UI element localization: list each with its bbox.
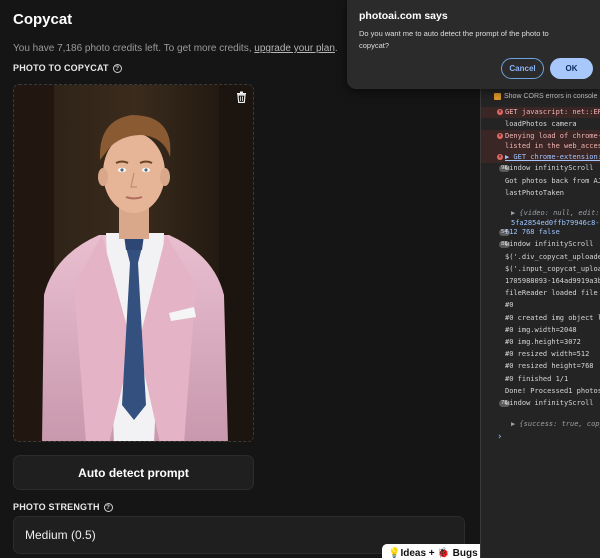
credits-text: You have 7,186 photo credits left. To ge… [13, 43, 338, 54]
error-icon: × [497, 133, 503, 139]
dialog-message: Do you want me to auto detect the prompt… [359, 29, 549, 50]
console-line: fileReader loaded file 0 [505, 289, 600, 297]
console-line: listed in the web_accessi [505, 142, 600, 150]
console-line: #0 finished 1/1 [505, 375, 569, 383]
ideas-bugs-button[interactable]: 💡Ideas + 🐞 Bugs [382, 544, 480, 558]
console-line: loadPhotos camera [505, 120, 577, 128]
console-line: #0 resized height=768 [505, 362, 594, 370]
confirm-dialog: photoai.com says Do you want me to auto … [347, 0, 600, 89]
console-line: #0 created img object loa [505, 314, 600, 322]
cancel-button[interactable]: Cancel [501, 58, 544, 79]
console-line: $('.div_copycat_uploader' [505, 253, 600, 261]
strength-label-text: PHOTO STRENGTH [13, 502, 100, 512]
console-line: window infinityScroll [505, 240, 594, 248]
console-line[interactable]: ▶ GET chrome-extension:// [505, 153, 600, 161]
console-line: GET javascript: net::ERR_ [505, 108, 600, 116]
console-line: #0 img.height=3072 [505, 338, 581, 346]
console-object-row[interactable]: ▶ {video: null, edit: nul 5fa2854ed0ffb7… [481, 208, 600, 228]
console-line: $('.input_copycat_uploade [505, 265, 600, 273]
photo-section-label-text: PHOTO TO COPYCAT [13, 63, 109, 73]
show-cors-errors-toggle[interactable]: Show CORS errors in console [494, 93, 597, 100]
page-title: Copycat [13, 11, 73, 28]
error-icon: × [497, 154, 503, 160]
console-object-row[interactable]: ▶ {success: true, copycat [481, 419, 600, 430]
photo-section-label: PHOTO TO COPYCAT ? [13, 63, 122, 73]
dialog-title: photoai.com says [359, 10, 448, 22]
photo-upload-area[interactable] [13, 84, 254, 442]
console-line: lastPhotoTaken [505, 189, 565, 197]
cors-label: Show CORS errors in console [504, 93, 598, 100]
photo-preview-image [14, 85, 253, 441]
credits-prefix: You have 7,186 photo credits left. To ge… [13, 43, 255, 54]
console-prompt[interactable]: › [481, 432, 600, 443]
console-line: Got photos back from AJAX [505, 177, 600, 185]
console-line: 512 768 false [505, 228, 560, 236]
console-line: #0 resized width=512 [505, 350, 590, 358]
console-line: Denying load of chrome-ex [505, 132, 600, 140]
console-line: window infinityScroll [505, 399, 594, 407]
ok-button[interactable]: OK [550, 58, 593, 79]
console-line: #0 [505, 301, 514, 309]
trash-icon[interactable] [236, 91, 247, 103]
help-icon[interactable]: ? [103, 502, 113, 512]
console-line: Done! Processed1 photos o [505, 387, 600, 395]
console-error-row: × Denying load of chrome-ex listed in th… [481, 130, 600, 152]
console-line: 1705988093-164ad9919a3b0 [505, 277, 600, 285]
upgrade-plan-link[interactable]: upgrade your plan [254, 43, 335, 54]
console-error-row: × GET javascript: net::ERR_ [481, 107, 600, 118]
console-line: window infinityScroll [505, 164, 594, 172]
checkbox-icon[interactable] [494, 93, 501, 100]
error-icon: × [497, 109, 503, 115]
console-line: #0 img.width=2048 [505, 326, 577, 334]
auto-detect-prompt-button[interactable]: Auto detect prompt [13, 455, 254, 490]
credits-suffix: . [334, 43, 338, 54]
help-icon[interactable]: ? [112, 63, 122, 73]
strength-section-label: PHOTO STRENGTH ? [13, 502, 113, 512]
console-error-row[interactable]: × ▶ GET chrome-extension:// [481, 152, 600, 163]
console-line: ▶ {video: null, edit: nul [511, 209, 600, 217]
